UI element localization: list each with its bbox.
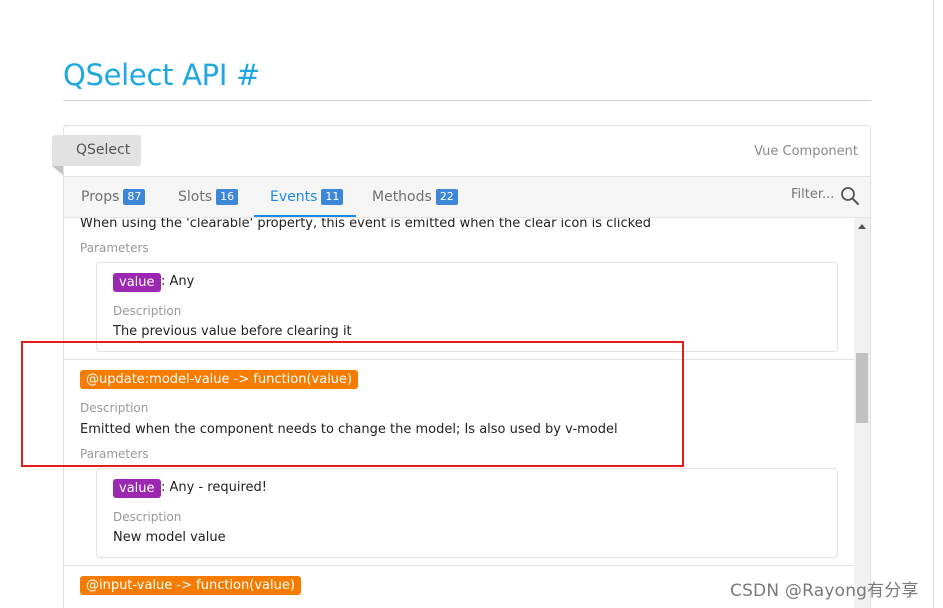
event-signature-chip: @input-value -> function(value) bbox=[80, 576, 301, 595]
tab-count-badge: 16 bbox=[216, 189, 239, 205]
param-name-chip: value bbox=[113, 273, 161, 292]
scroll-up-arrow-icon[interactable] bbox=[858, 224, 866, 229]
tab-label: Slots bbox=[178, 189, 213, 205]
filter-input[interactable]: Filter... bbox=[791, 187, 834, 202]
page-title[interactable]: QSelect API # bbox=[63, 58, 260, 92]
tab-label: Methods bbox=[372, 189, 432, 205]
parameters-label: Parameters bbox=[80, 241, 149, 255]
parameter-box: value : Any - required! Description New … bbox=[96, 468, 838, 558]
param-description-label: Description bbox=[113, 510, 182, 524]
tab-methods[interactable]: Methods 22 bbox=[370, 177, 460, 217]
highlight-box bbox=[21, 341, 684, 467]
param-description-label: Description bbox=[113, 304, 182, 318]
param-description: The previous value before clearing it bbox=[113, 324, 352, 339]
component-type-label: Vue Component bbox=[754, 144, 858, 159]
component-name-tag: QSelect bbox=[52, 135, 141, 166]
tab-count-badge: 11 bbox=[321, 189, 344, 205]
tab-count-badge: 87 bbox=[123, 189, 146, 205]
tab-count-badge: 22 bbox=[435, 189, 458, 205]
search-icon[interactable] bbox=[840, 186, 860, 206]
param-description: New model value bbox=[113, 530, 226, 545]
card-header: Vue Component bbox=[64, 126, 870, 177]
tab-slots[interactable]: Slots 16 bbox=[176, 177, 240, 217]
tag-fold-corner bbox=[52, 166, 63, 175]
tab-label: Events bbox=[270, 189, 318, 205]
param-type: : Any - required! bbox=[161, 480, 267, 495]
watermark: CSDN @Rayong有分享 bbox=[730, 581, 919, 601]
event-divider bbox=[64, 565, 854, 566]
tab-props[interactable]: Props 87 bbox=[79, 177, 147, 217]
scrollbar[interactable] bbox=[854, 218, 870, 608]
api-tabs: Props 87 Slots 16 Events 11 Methods 22 F… bbox=[64, 177, 870, 218]
param-name-chip: value bbox=[113, 479, 161, 498]
title-divider bbox=[63, 100, 871, 101]
active-tab-indicator bbox=[254, 215, 356, 217]
param-type: : Any bbox=[161, 274, 195, 289]
tab-label: Props bbox=[81, 189, 120, 205]
scrollbar-thumb[interactable] bbox=[856, 353, 868, 423]
tab-events[interactable]: Events 11 bbox=[268, 177, 345, 217]
window-edge bbox=[933, 0, 934, 608]
parameter-box: value : Any Description The previous val… bbox=[96, 262, 838, 352]
event-description: When using the 'clearable' property, thi… bbox=[80, 218, 651, 231]
